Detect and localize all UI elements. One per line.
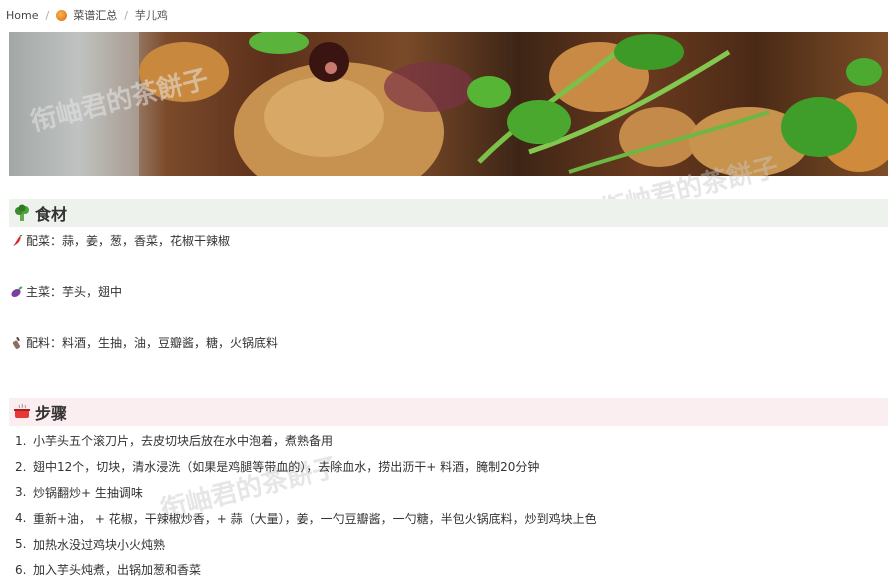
breadcrumb-separator: / — [45, 8, 50, 22]
step-item: 4. 重新+油， + 花椒，干辣椒炒香，+ 蒜（大量），姜，一勺豆瓣酱，一勺糖，半… — [15, 505, 875, 531]
step-number: 4. — [15, 511, 27, 526]
breadcrumb-current: 芋儿鸡 — [134, 9, 168, 22]
step-item: 1. 小芋头五个滚刀片，去皮切块后放在水中泡着，煮熟备用 — [15, 428, 875, 454]
step-text: 加入芋头炖煮，出锅加葱和香菜 — [33, 563, 202, 578]
eggplant-icon — [11, 285, 23, 298]
steps-title: 步骤 — [35, 404, 68, 423]
ingredient-line: 主菜：芋头，翅中 — [11, 283, 122, 300]
step-item: 3. 炒锅翻炒+ 生抽调味 — [15, 480, 875, 506]
step-item: 6. 加入芋头炖煮，出锅加葱和香菜 — [15, 557, 875, 582]
breadcrumb-category-link[interactable]: 菜谱汇总 — [73, 7, 117, 23]
ingredient-line-text: 配菜：蒜，姜，葱，香菜，花椒干辣椒 — [26, 234, 231, 248]
step-text: 翅中12个，切块，清水浸洗（如果是鸡腿等带血的），去除血水，捞出沥干+ 料酒，腌… — [33, 460, 540, 475]
ingredient-line: 配料：料酒，生抽，油，豆瓣酱，糖，火锅底料 — [11, 334, 278, 351]
recipe-hero-image — [9, 32, 888, 176]
step-number: 2. — [15, 459, 27, 474]
steps-list: 1. 小芋头五个滚刀片，去皮切块后放在水中泡着，煮熟备用 2. 翅中12个，切块，… — [15, 428, 875, 582]
step-item: 2. 翅中12个，切块，清水浸洗（如果是鸡腿等带血的），去除血水，捞出沥干+ 料… — [15, 454, 875, 480]
step-number: 5. — [15, 537, 27, 552]
ingredients-heading: 食材 — [9, 199, 888, 227]
step-number: 6. — [15, 562, 27, 577]
step-number: 3. — [15, 485, 27, 500]
ingredient-line-text: 配料：料酒，生抽，油，豆瓣酱，糖，火锅底料 — [26, 336, 279, 350]
breadcrumb-separator: / — [124, 8, 128, 22]
food-icon — [56, 9, 68, 21]
broccoli-icon — [13, 204, 31, 222]
hero-photo-illustration — [9, 32, 888, 176]
step-text: 炒锅翻炒+ 生抽调味 — [33, 485, 143, 500]
steps-heading: 步骤 — [9, 398, 888, 426]
step-text: 重新+油， + 花椒，干辣椒炒香，+ 蒜（大量），姜，一勺豆瓣酱，一勺糖，半包火… — [33, 511, 597, 526]
step-number: 1. — [15, 433, 27, 448]
step-item: 5. 加热水没过鸡块小火炖熟 — [15, 531, 875, 557]
cooking-pot-icon — [13, 403, 31, 421]
breadcrumb: Home / 菜谱汇总 / 芋儿鸡 — [6, 6, 168, 24]
step-text: 加热水没过鸡块小火炖熟 — [33, 537, 166, 552]
bottle-icon — [11, 336, 23, 349]
chili-icon — [11, 233, 23, 247]
breadcrumb-home-link[interactable]: Home — [6, 9, 38, 22]
ingredient-line-text: 主菜：芋头，翅中 — [26, 285, 123, 299]
ingredient-line: 配菜：蒜，姜，葱，香菜，花椒干辣椒 — [11, 232, 230, 249]
ingredients-title: 食材 — [35, 205, 68, 224]
step-text: 小芋头五个滚刀片，去皮切块后放在水中泡着，煮熟备用 — [33, 434, 334, 449]
